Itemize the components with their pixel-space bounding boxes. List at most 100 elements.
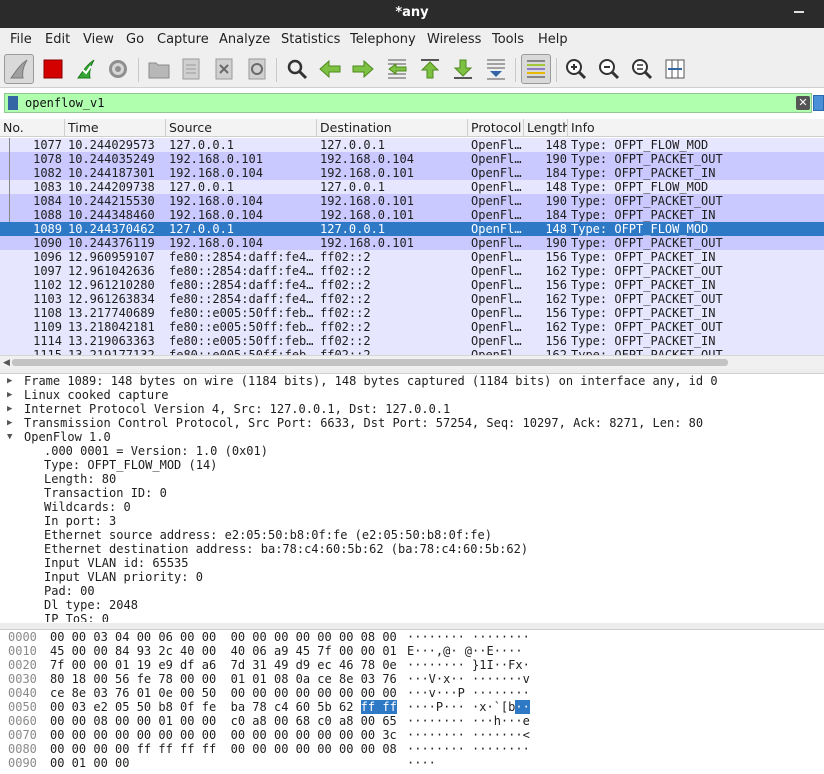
menu-analyze[interactable]: Analyze	[219, 32, 270, 47]
column-header-no[interactable]: No.	[0, 119, 65, 137]
expand-arrow-icon[interactable]: ▶	[7, 402, 17, 416]
detail-line[interactable]: OpenFlow 1.0	[24, 430, 111, 444]
display-filter-input[interactable]: openflow_v1	[4, 93, 812, 113]
arrow-left-icon[interactable]	[315, 54, 345, 84]
detail-line[interactable]: .000 0001 = Version: 1.0 (0x01)	[44, 444, 268, 458]
detail-line[interactable]: Ethernet destination address: ba:78:c4:6…	[44, 542, 528, 556]
expand-arrow-icon[interactable]: ▶	[7, 374, 17, 388]
ascii-bytes[interactable]: ····	[407, 756, 436, 770]
detail-line[interactable]: Transaction ID: 0	[44, 486, 167, 500]
menu-view[interactable]: View	[83, 32, 114, 47]
hex-bytes[interactable]: 00 00 00 00 00 00 00 00 00 00 00 00 00 0…	[50, 728, 397, 742]
menu-statistics[interactable]: Statistics	[281, 32, 340, 47]
minimize-icon[interactable]	[794, 11, 804, 13]
detail-line[interactable]: Frame 1089: 148 bytes on wire (1184 bits…	[24, 374, 718, 388]
ascii-bytes[interactable]: ········ ·······<	[407, 728, 530, 742]
packet-row[interactable]: 1078 10.244035249 192.168.0.101 192.168.0.1…	[0, 152, 824, 166]
menu-file[interactable]: File	[10, 32, 32, 47]
menu-capture[interactable]: Capture	[157, 32, 209, 47]
zoom-normal-icon[interactable]	[627, 54, 657, 84]
clear-filter-icon[interactable]: ✕	[796, 96, 810, 110]
close-file-icon[interactable]	[209, 54, 239, 84]
packet-row[interactable]: 1102 12.961210280 fe80::2854:daff:fe4… ff02…	[0, 278, 824, 292]
detail-line[interactable]: Dl type: 2048	[44, 598, 138, 612]
folder-icon[interactable]	[144, 54, 174, 84]
resize-columns-icon[interactable]	[660, 54, 690, 84]
ascii-bytes[interactable]: ···v···P ········	[407, 686, 530, 700]
arrow-right-icon[interactable]	[348, 54, 378, 84]
detail-line[interactable]: Wildcards: 0	[44, 500, 131, 514]
menu-tools[interactable]: Tools	[492, 32, 524, 47]
go-first-icon[interactable]	[415, 54, 445, 84]
ascii-bytes[interactable]: ········ ···h···e	[407, 714, 530, 728]
expand-arrow-icon[interactable]: ▶	[7, 388, 17, 402]
packet-row[interactable]: 1108 13.217740689 fe80::e005:50ff:feb… ff02…	[0, 306, 824, 320]
column-header-destination[interactable]: Destination	[317, 119, 468, 137]
scroll-left-icon[interactable]: ◀	[3, 358, 10, 368]
packet-row[interactable]: 1083 10.244209738 127.0.0.1 127.0.0.1 OpenFl…	[0, 180, 824, 194]
packet-row[interactable]: 1084 10.244215530 192.168.0.104 192.168.0.1…	[0, 194, 824, 208]
hex-bytes[interactable]: 00 00 08 00 00 01 00 00 c0 a8 00 68 c0 a…	[50, 714, 397, 728]
ascii-bytes[interactable]: ···V·x·· ·······v	[407, 672, 530, 686]
column-header-protocol[interactable]: Protocol	[468, 119, 524, 137]
packet-row[interactable]: 1088 10.244348460 192.168.0.104 192.168.0.1…	[0, 208, 824, 222]
menu-edit[interactable]: Edit	[45, 32, 70, 47]
hex-bytes-highlight[interactable]: ff ff	[360, 700, 397, 714]
column-header-source[interactable]: Source	[166, 119, 317, 137]
hex-bytes[interactable]: 80 18 00 56 fe 78 00 00 01 01 08 0a ce 8…	[50, 672, 397, 686]
hex-bytes[interactable]: 00 01 00 00	[50, 756, 129, 770]
detail-line[interactable]: In port: 3	[44, 514, 116, 528]
packet-row[interactable]: 1114 13.219063363 fe80::e005:50ff:feb… ff02…	[0, 334, 824, 348]
go-last-icon[interactable]	[448, 54, 478, 84]
menu-go[interactable]: Go	[126, 32, 144, 47]
detail-line[interactable]: Input VLAN id: 65535	[44, 556, 189, 570]
bookmark-icon[interactable]	[8, 96, 18, 110]
stop-icon[interactable]	[38, 54, 68, 84]
hex-bytes[interactable]: 45 00 00 84 93 2c 40 00 40 06 a9 45 7f 0…	[50, 644, 397, 658]
shark-fin-icon[interactable]	[4, 54, 34, 84]
packet-row[interactable]: 1077 10.244029573 127.0.0.1 127.0.0.1 OpenFl…	[0, 138, 824, 152]
packet-row[interactable]: 1103 12.961263834 fe80::2854:daff:fe4… ff02…	[0, 292, 824, 306]
detail-line[interactable]: Length: 80	[44, 472, 116, 486]
detail-line[interactable]: Type: OFPT_FLOW_MOD (14)	[44, 458, 217, 472]
menu-help[interactable]: Help	[538, 32, 568, 47]
save-file-icon[interactable]	[176, 54, 206, 84]
menu-telephony[interactable]: Telephony	[350, 32, 416, 47]
hex-bytes[interactable]: 00 00 00 00 ff ff ff ff 00 00 00 00 00 0…	[50, 742, 397, 756]
gear-icon[interactable]	[103, 54, 133, 84]
go-to-packet-icon[interactable]	[382, 54, 412, 84]
detail-line[interactable]: Pad: 00	[44, 584, 95, 598]
zoom-out-icon[interactable]	[594, 54, 624, 84]
detail-line[interactable]: Ethernet source address: e2:05:50:b8:0f:…	[44, 528, 492, 542]
colorize-icon[interactable]	[521, 54, 551, 84]
packet-row[interactable]: 1089 10.244370462 127.0.0.1 127.0.0.1 OpenFl…	[0, 222, 824, 236]
detail-line[interactable]: Linux cooked capture	[24, 388, 169, 402]
expand-arrow-icon[interactable]: ▶	[7, 416, 17, 430]
packet-row[interactable]: 1090 10.244376119 192.168.0.104 192.168.0.1…	[0, 236, 824, 250]
restart-icon[interactable]	[71, 54, 101, 84]
packet-row[interactable]: 1097 12.961042636 fe80::2854:daff:fe4… ff02…	[0, 264, 824, 278]
hex-bytes[interactable]: 00 00 03 04 00 06 00 00 00 00 00 00 00 0…	[50, 630, 397, 644]
packet-row[interactable]: 1096 12.960959107 fe80::2854:daff:fe4… ff02…	[0, 250, 824, 264]
menu-wireless[interactable]: Wireless	[427, 32, 481, 47]
hex-bytes[interactable]: ce 8e 03 76 01 0e 00 50 00 00 00 00 00 0…	[50, 686, 397, 700]
detail-line[interactable]: Input VLAN priority: 0	[44, 570, 203, 584]
ascii-bytes[interactable]: E···,@· @··E····	[407, 644, 523, 658]
packet-row[interactable]: 1082 10.244187301 192.168.0.104 192.168.0.1…	[0, 166, 824, 180]
ascii-bytes[interactable]: ········ ········	[407, 630, 530, 644]
ascii-bytes[interactable]: ········ }1I··Fx·	[407, 658, 530, 672]
detail-line[interactable]: Transmission Control Protocol, Src Port:…	[24, 416, 703, 430]
ascii-bytes[interactable]: ····P··· ·x·`[b··	[407, 700, 530, 714]
horizontal-scrollbar[interactable]: ◀	[0, 355, 824, 369]
column-header-length[interactable]: Length	[524, 119, 568, 137]
packet-row[interactable]: 1109 13.218042181 fe80::e005:50ff:feb… ff02…	[0, 320, 824, 334]
hex-bytes[interactable]: 00 03 e2 05 50 b8 0f fe ba 78 c4 60 5b 6…	[50, 700, 397, 714]
detail-line[interactable]: Internet Protocol Version 4, Src: 127.0.…	[24, 402, 450, 416]
apply-filter-button[interactable]	[813, 95, 824, 111]
reload-icon[interactable]	[242, 54, 272, 84]
detail-line[interactable]: IP ToS: 0	[44, 612, 109, 622]
collapse-arrow-icon[interactable]: ▼	[7, 430, 17, 444]
column-header-time[interactable]: Time	[65, 119, 166, 137]
ascii-bytes[interactable]: ········ ········	[407, 742, 530, 756]
zoom-in-icon[interactable]	[561, 54, 591, 84]
